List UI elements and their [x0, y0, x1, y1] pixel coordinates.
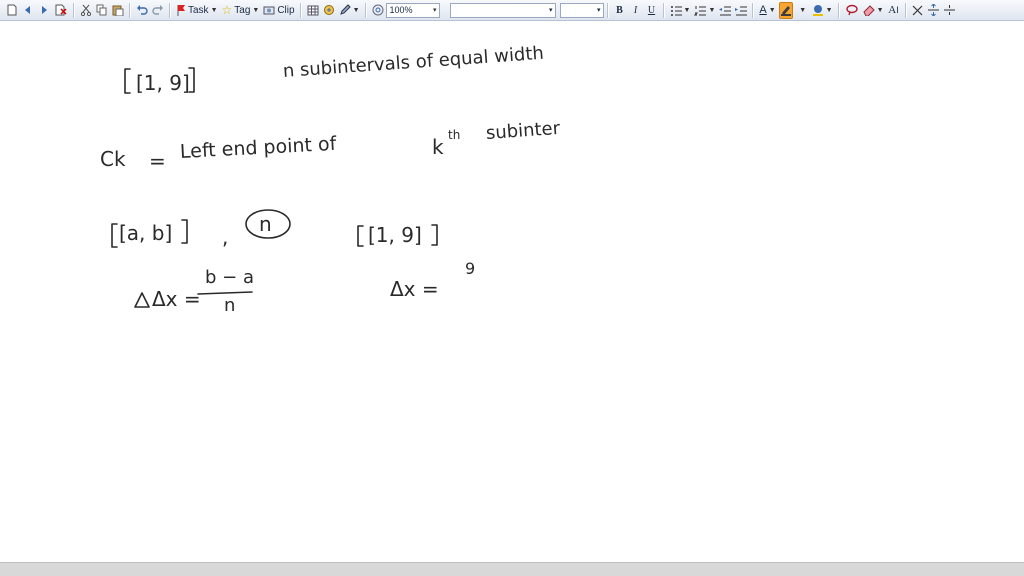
- dropdown-arrow-icon[interactable]: ▼: [877, 7, 884, 14]
- delta-x-left: Δx =: [152, 287, 201, 311]
- dropdown-arrow-icon[interactable]: ▾: [549, 6, 553, 14]
- bracket-right: [181, 219, 188, 244]
- comma: ,: [222, 225, 229, 249]
- back-icon[interactable]: [21, 2, 35, 19]
- interval-1-9-second: [1, 9]: [368, 223, 422, 247]
- dropdown-arrow-icon[interactable]: ▼: [826, 7, 833, 14]
- font-size-select[interactable]: ▾: [559, 2, 604, 18]
- insert-space-icon[interactable]: [927, 2, 941, 19]
- line2-tail: subinter: [485, 117, 561, 144]
- text-tool-button[interactable]: AI: [887, 2, 901, 19]
- separator: [904, 2, 907, 18]
- separator: [364, 2, 367, 18]
- equals-sign: =: [149, 149, 166, 173]
- indent-icon[interactable]: [734, 2, 748, 19]
- bullet-list-icon[interactable]: ▼: [669, 2, 692, 19]
- link-icon[interactable]: [371, 2, 385, 19]
- zoom-select[interactable]: 100% ▾: [385, 2, 440, 18]
- flag-icon: [177, 5, 185, 16]
- dropdown-arrow-icon[interactable]: ▼: [795, 2, 809, 19]
- dropdown-arrow-icon[interactable]: ▼: [769, 7, 776, 14]
- separator: [299, 2, 302, 18]
- toolbar: Task ▼ ☆ Tag ▼ Clip ▼ 100% ▾ ▾ ▾ B I U ▼ ▼ A…: [0, 0, 1024, 21]
- cut-icon[interactable]: [79, 2, 93, 19]
- horizontal-scrollbar[interactable]: [0, 562, 1024, 576]
- highlighter-button[interactable]: [778, 1, 793, 19]
- fraction-denominator: n: [224, 295, 236, 316]
- ck-symbol: Ck: [100, 147, 126, 171]
- bold-button[interactable]: B: [613, 2, 627, 19]
- pen-icon[interactable]: ▼: [338, 2, 361, 19]
- separator: [662, 2, 665, 18]
- separator: [606, 2, 609, 18]
- new-page-icon[interactable]: [5, 2, 19, 19]
- dropdown-arrow-icon[interactable]: ▾: [597, 6, 601, 14]
- expand-icon[interactable]: [943, 2, 957, 19]
- underline-button[interactable]: U: [645, 2, 659, 19]
- eraser-icon[interactable]: ▼: [862, 2, 885, 19]
- dropdown-arrow-icon[interactable]: ▼: [353, 7, 360, 14]
- attach-icon[interactable]: [322, 2, 336, 19]
- font-color-button[interactable]: ▼: [811, 2, 834, 19]
- bracket-left: [357, 225, 364, 247]
- outdent-icon[interactable]: [718, 2, 732, 19]
- fraction-numerator: b − a: [205, 267, 254, 288]
- clip-icon: [263, 6, 275, 15]
- k-symbol: k: [432, 135, 444, 159]
- paste-icon[interactable]: [111, 2, 125, 19]
- th-superscript: th: [448, 128, 461, 142]
- redo-icon[interactable]: [151, 2, 165, 19]
- delete-page-icon[interactable]: [53, 2, 69, 19]
- separator: [837, 2, 840, 18]
- color-icon: [812, 5, 823, 16]
- fraction-bar: [197, 291, 253, 295]
- circled-n: n: [259, 212, 272, 236]
- dropdown-arrow-icon[interactable]: ▼: [684, 7, 691, 14]
- delta-x-right-numerator: 9: [465, 259, 476, 278]
- dropdown-arrow-icon[interactable]: ▾: [433, 6, 437, 14]
- close-icon[interactable]: [911, 2, 925, 19]
- font-name-select[interactable]: ▾: [449, 2, 556, 18]
- bracket-left: [124, 68, 131, 94]
- forward-icon[interactable]: [37, 2, 51, 19]
- clip-button[interactable]: Clip: [262, 2, 295, 19]
- delta-icon: [134, 292, 150, 308]
- copy-icon[interactable]: [95, 2, 109, 19]
- undo-icon[interactable]: [135, 2, 149, 19]
- separator: [73, 2, 75, 18]
- highlighter-icon: [780, 6, 791, 16]
- numbered-list-icon[interactable]: ▼: [693, 2, 716, 19]
- delta-x-right: Δx =: [390, 277, 439, 301]
- bracket-left: [111, 223, 118, 248]
- lasso-icon[interactable]: [844, 2, 860, 19]
- note-canvas[interactable]: [1, 9] n subintervals of equal width Ck …: [0, 21, 1024, 562]
- separator: [129, 2, 131, 18]
- separator: [169, 2, 171, 18]
- style-button[interactable]: A ▼: [758, 2, 776, 19]
- star-icon: ☆: [221, 3, 233, 17]
- interval-1-9: [1, 9]: [136, 71, 190, 95]
- dropdown-arrow-icon[interactable]: ▼: [252, 7, 259, 14]
- task-button[interactable]: Task ▼: [175, 2, 219, 19]
- dropdown-arrow-icon[interactable]: ▼: [211, 7, 218, 14]
- italic-button[interactable]: I: [629, 2, 643, 19]
- table-icon[interactable]: [306, 2, 320, 19]
- dropdown-arrow-icon[interactable]: ▼: [708, 7, 715, 14]
- separator: [752, 2, 755, 18]
- bracket-right: [431, 224, 438, 246]
- tag-button[interactable]: ☆ Tag ▼: [221, 2, 261, 19]
- interval-a-b: [a, b]: [119, 221, 173, 245]
